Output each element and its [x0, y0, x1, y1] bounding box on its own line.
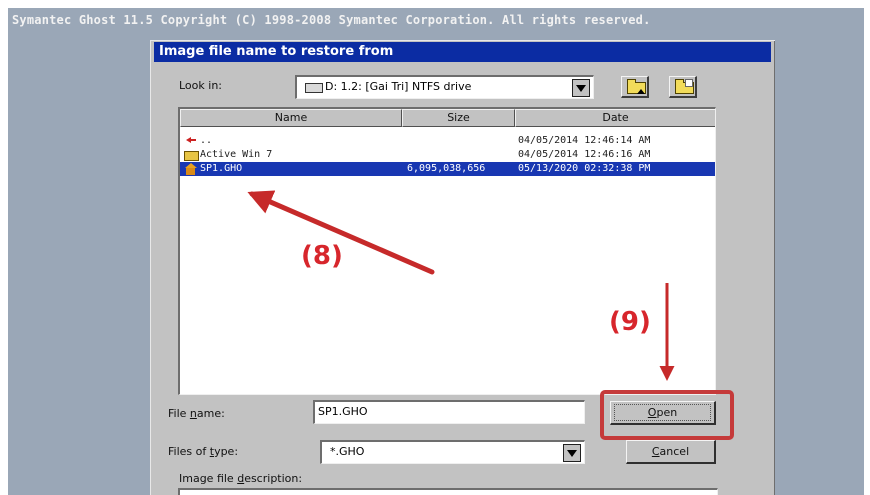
file-list[interactable]: Name Size Date .. 04/05/2014 12:46:14 AM… — [178, 107, 716, 395]
file-row-selected[interactable]: SP1.GHO 6,095,038,656 05/13/2020 02:32:3… — [180, 162, 715, 176]
look-in-dropdown[interactable]: D: 1.2: [Gai Tri] NTFS drive — [295, 75, 594, 99]
dialog-title: Image file name to restore from — [154, 42, 771, 62]
file-row-parent[interactable]: .. 04/05/2014 12:46:14 AM — [180, 134, 715, 148]
cancel-button-label: Cancel — [651, 445, 690, 458]
file-date: 04/05/2014 12:46:16 AM — [518, 149, 651, 160]
screenshot: Symantec Ghost 11.5 Copyright (C) 1998-2… — [0, 0, 870, 495]
folder-icon — [184, 151, 199, 161]
up-folder-button[interactable] — [621, 76, 649, 98]
files-of-type-dropdown[interactable]: *.GHO — [320, 440, 585, 464]
step-9-annotation: (9) — [609, 307, 651, 337]
file-name: SP1.GHO — [200, 163, 243, 174]
look-in-value: D: 1.2: [Gai Tri] NTFS drive — [325, 80, 472, 93]
file-name: Active Win 7 — [200, 149, 273, 160]
step-8-annotation: (8) — [301, 241, 343, 271]
file-name-input[interactable]: SP1.GHO — [313, 400, 585, 424]
image-description-field[interactable] — [178, 488, 718, 495]
column-header-size[interactable]: Size — [402, 109, 515, 127]
column-header-date[interactable]: Date — [515, 109, 715, 127]
app-title-bar: Symantec Ghost 11.5 Copyright (C) 1998-2… — [12, 13, 651, 27]
drive-icon — [305, 83, 323, 93]
chevron-down-icon[interactable] — [563, 444, 581, 462]
sparkle-icon — [685, 79, 693, 87]
file-row-folder[interactable]: Active Win 7 04/05/2014 12:46:16 AM — [180, 148, 715, 162]
file-date: 05/13/2020 02:32:38 PM — [518, 163, 651, 174]
file-name: .. — [200, 135, 213, 146]
file-date: 04/05/2014 12:46:14 AM — [518, 135, 651, 146]
up-folder-icon — [627, 79, 646, 94]
cancel-button[interactable]: Cancel — [626, 440, 716, 464]
new-folder-button[interactable] — [669, 76, 697, 98]
column-header-name[interactable]: Name — [180, 109, 402, 127]
image-description-label: Image file description: — [179, 472, 303, 485]
files-of-type-label: Files of type: — [168, 445, 239, 458]
file-size: 6,095,038,656 — [407, 163, 486, 174]
look-in-label: Look in: — [179, 79, 222, 92]
chevron-down-icon[interactable] — [572, 79, 590, 97]
file-name-label: File name: — [168, 407, 225, 420]
ghost-image-icon — [184, 163, 197, 175]
open-button-highlight — [600, 390, 734, 440]
files-of-type-value: *.GHO — [330, 445, 365, 458]
back-arrow-icon — [186, 137, 196, 143]
